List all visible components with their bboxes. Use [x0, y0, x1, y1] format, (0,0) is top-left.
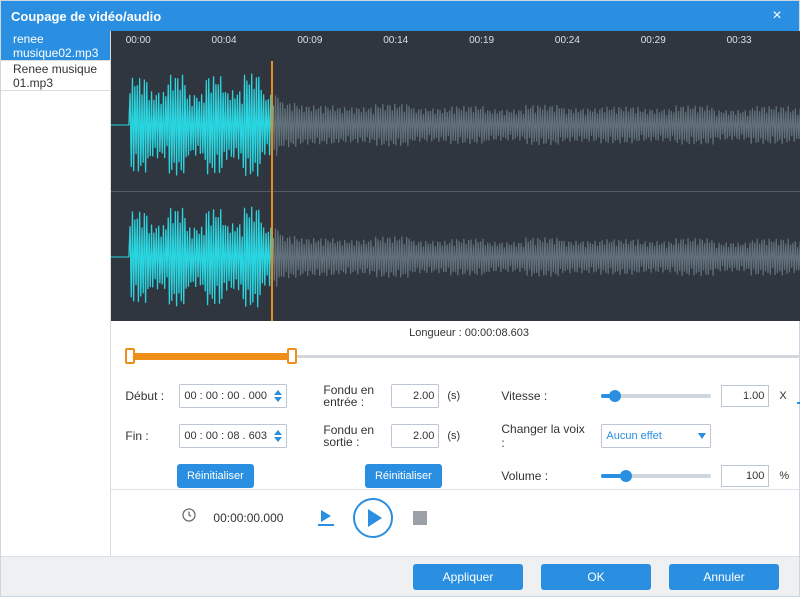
volume-slider[interactable] [601, 474, 711, 478]
sidebar-item-file[interactable]: Renee musique 01.mp3 [1, 61, 110, 91]
speed-field: Vitesse : 1.00 X [501, 383, 800, 409]
sidebar: renee musique02.mp3 Renee musique 01.mp3 [1, 31, 111, 556]
play-icon [321, 510, 331, 522]
apply-button[interactable]: Appliquer [413, 564, 523, 590]
fade-in-input[interactable]: 2.00 [391, 384, 439, 408]
file-name: renee musique02.mp3 [13, 32, 98, 60]
ruler-tick: 00:24 [555, 31, 580, 61]
length-readout: Longueur : 00:00:08.603 [111, 321, 800, 345]
reset-start-end-button[interactable]: Réinitialiser [177, 464, 254, 488]
transport-bar: 00:00:00.000 [111, 489, 800, 545]
volume-label: Volume : [501, 469, 591, 483]
speed-input[interactable]: 1.00 [721, 385, 769, 407]
slider-knob[interactable] [620, 470, 632, 482]
speed-label: Vitesse : [501, 389, 591, 403]
voice-field: Changer la voix : Aucun effet [501, 423, 800, 449]
end-value: 00 : 00 : 08 . 603 [184, 430, 267, 442]
content: 00:00 00:04 00:09 00:14 00:19 00:24 00:29 00:33… [111, 31, 800, 556]
spinner-icon[interactable] [274, 430, 282, 442]
volume-input[interactable]: 100 [721, 465, 769, 487]
trim-handle-end[interactable] [287, 348, 297, 364]
ruler-tick: 00:09 [297, 31, 322, 61]
start-label: Début : [125, 389, 171, 403]
ruler-tick: 00:33 [727, 31, 752, 61]
params-panel: Début : 00 : 00 : 00 . 000 Fin : 00 : 00… [111, 375, 800, 489]
time-readout: 00:00:00.000 [213, 511, 299, 525]
end-input[interactable]: 00 : 00 : 08 . 603 [179, 424, 287, 448]
chevron-down-icon [698, 433, 706, 439]
window-title: Coupage de vidéo/audio [11, 9, 161, 24]
play-button[interactable] [353, 498, 393, 538]
fade-in-unit: (s) [447, 390, 460, 402]
voice-label: Changer la voix : [501, 422, 591, 450]
reset-start-end-row: Réinitialiser [125, 463, 305, 489]
fade-out-field: Fondu en sortie : 2.00 (s) [323, 423, 483, 449]
close-icon[interactable]: × [765, 7, 789, 25]
titlebar[interactable]: Coupage de vidéo/audio × [1, 1, 799, 31]
trim-selection [129, 353, 291, 360]
trim-handle-start[interactable] [125, 348, 135, 364]
selection-marker[interactable] [111, 61, 273, 321]
ruler-tick: 00:29 [641, 31, 666, 61]
start-field: Début : 00 : 00 : 00 . 000 [125, 383, 305, 409]
ruler-tick: 00:14 [383, 31, 408, 61]
ruler-tick: 00:04 [212, 31, 237, 61]
ruler-tick: 00:19 [469, 31, 494, 61]
speed-slider[interactable] [601, 394, 711, 398]
fade-out-input[interactable]: 2.00 [391, 424, 439, 448]
col-start-end: Début : 00 : 00 : 00 . 000 Fin : 00 : 00… [125, 383, 305, 489]
sidebar-item-file[interactable]: renee musique02.mp3 [1, 31, 110, 61]
waveform[interactable] [111, 61, 800, 321]
reset-fade-button[interactable]: Réinitialiser [365, 464, 442, 488]
clock-icon [181, 507, 197, 528]
end-label: Fin : [125, 429, 171, 443]
reset-fade-row: Réinitialiser [323, 463, 483, 489]
slider-knob[interactable] [609, 390, 621, 402]
volume-field: Volume : 100 % [501, 463, 800, 489]
fade-in-label: Fondu en entrée : [323, 384, 383, 408]
trim-slider[interactable] [111, 345, 800, 375]
start-value: 00 : 00 : 00 . 000 [184, 390, 267, 402]
voice-selected: Aucun effet [606, 430, 661, 442]
play-icon [368, 509, 382, 527]
file-name: Renee musique 01.mp3 [13, 62, 98, 90]
spinner-icon[interactable] [274, 390, 282, 402]
fade-out-label: Fondu en sortie : [323, 424, 383, 448]
stop-button[interactable] [409, 507, 431, 529]
cancel-button[interactable]: Annuler [669, 564, 779, 590]
stop-icon [413, 511, 427, 525]
fade-in-field: Fondu en entrée : 2.00 (s) [323, 383, 483, 409]
footer: Appliquer OK Annuler [1, 556, 799, 596]
col-fade: Fondu en entrée : 2.00 (s) Fondu en sort… [323, 383, 483, 489]
ruler-tick: 00:00 [126, 31, 151, 61]
start-input[interactable]: 00 : 00 : 00 . 000 [179, 384, 287, 408]
window: Coupage de vidéo/audio × renee musique02… [0, 0, 800, 597]
end-field: Fin : 00 : 00 : 08 . 603 [125, 423, 305, 449]
fade-out-unit: (s) [447, 430, 460, 442]
volume-unit: % [779, 470, 789, 482]
play-clip-button[interactable] [315, 507, 337, 529]
ok-button[interactable]: OK [541, 564, 651, 590]
speed-unit: X [779, 390, 786, 402]
voice-select[interactable]: Aucun effet [601, 424, 711, 448]
col-speed-voice-volume: Vitesse : 1.00 X Changer la voix : Aucun… [501, 383, 800, 489]
main: renee musique02.mp3 Renee musique 01.mp3… [1, 31, 799, 556]
timeline-ruler[interactable]: 00:00 00:04 00:09 00:14 00:19 00:24 00:29 00:33… [111, 31, 800, 61]
